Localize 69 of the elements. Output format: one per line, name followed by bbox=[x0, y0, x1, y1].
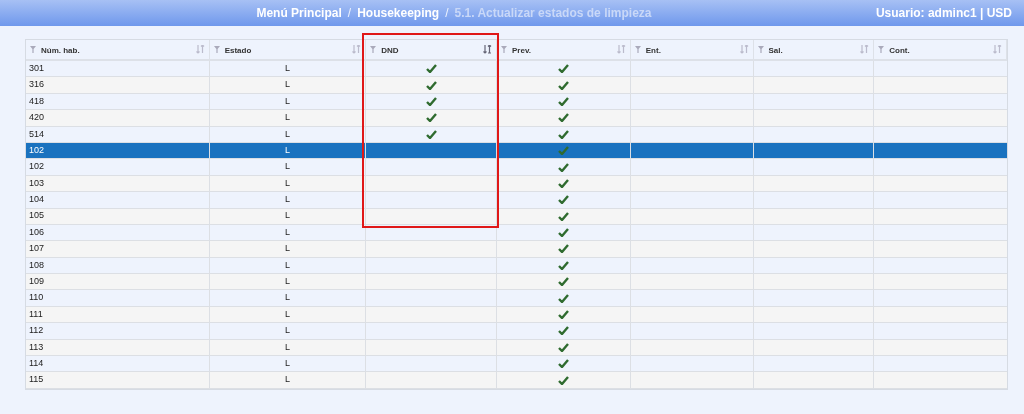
table-cell: L bbox=[284, 111, 290, 125]
column-header[interactable]: Cont. bbox=[874, 40, 1007, 59]
filter-icon[interactable] bbox=[634, 46, 641, 53]
filter-icon[interactable] bbox=[878, 46, 885, 53]
filter-icon[interactable] bbox=[501, 46, 508, 53]
table-cell-text: L bbox=[284, 143, 290, 157]
table-cell-text: L bbox=[284, 275, 290, 288]
table-row[interactable]: 114 L bbox=[26, 356, 1007, 373]
user-info: Usuario: adminc1 | USD bbox=[875, 5, 1012, 22]
table-cell: L bbox=[284, 324, 290, 338]
table-row[interactable]: 104 L bbox=[26, 192, 1007, 209]
column-header[interactable]: Sal. bbox=[753, 40, 875, 59]
table-cell: 316 bbox=[29, 78, 45, 92]
filter-icon[interactable] bbox=[213, 46, 220, 53]
table-cell-text: L bbox=[284, 340, 290, 354]
table-cell: 105 bbox=[29, 209, 45, 223]
table-cell: 514 bbox=[29, 127, 45, 141]
column-header[interactable]: Ent. bbox=[630, 40, 754, 59]
table-cell-text: 114 bbox=[29, 356, 44, 370]
table-row[interactable]: 112 L bbox=[26, 323, 1007, 340]
column-header[interactable]: Núm. hab. bbox=[26, 40, 210, 59]
table-cell-text: 102 bbox=[29, 143, 45, 157]
sort-icon[interactable] bbox=[483, 45, 493, 54]
table-row[interactable]: 420 L bbox=[26, 110, 1007, 127]
table-cell: L bbox=[284, 242, 290, 256]
table-cell-text: 113 bbox=[29, 340, 44, 354]
filter-icon[interactable] bbox=[30, 46, 36, 53]
table-row[interactable]: 316 L bbox=[26, 77, 1007, 94]
table-cell-text: L bbox=[284, 225, 290, 239]
table-cell: 102 bbox=[29, 160, 45, 174]
table-cell-text: L bbox=[284, 307, 290, 321]
breadcrumb-separator: / bbox=[445, 5, 449, 22]
table-cell-text: L bbox=[284, 176, 290, 190]
table-cell-text: 301 bbox=[29, 61, 45, 75]
table-cell: 115 bbox=[29, 373, 44, 387]
table-cell: 110 bbox=[29, 291, 44, 305]
table-cell-text: 111 bbox=[29, 307, 43, 321]
table-cell-text: L bbox=[284, 258, 290, 272]
breadcrumb-separator: / bbox=[347, 5, 352, 22]
column-header[interactable]: Prev. bbox=[497, 40, 631, 59]
table-cell: L bbox=[284, 291, 290, 305]
table-cell: L bbox=[284, 127, 290, 141]
table-cell: L bbox=[284, 193, 290, 207]
table-cell-text: 108 bbox=[29, 258, 45, 272]
table-cell-text: 106 bbox=[29, 225, 45, 239]
column-header[interactable]: DND bbox=[366, 40, 498, 59]
table-cell-text: 103 bbox=[29, 176, 45, 190]
table-cell: L bbox=[284, 78, 290, 92]
filter-icon[interactable] bbox=[370, 46, 377, 53]
table-cell-text: L bbox=[284, 94, 290, 108]
table-cell: L bbox=[284, 373, 290, 387]
column-header[interactable]: Estado bbox=[209, 40, 367, 59]
table-cell: 107 bbox=[29, 242, 45, 256]
table-cell: L bbox=[284, 160, 290, 174]
table-row[interactable]: 110 L bbox=[26, 290, 1007, 307]
table-row[interactable]: 102 L bbox=[26, 159, 1007, 176]
table-cell: 104 bbox=[29, 193, 45, 207]
table-row[interactable]: 115 L bbox=[26, 372, 1007, 389]
table-cell-text: L bbox=[284, 356, 290, 370]
table-row[interactable]: 107 L bbox=[26, 241, 1007, 258]
table-cell-text: 418 bbox=[29, 94, 45, 108]
table-cell: 112 bbox=[29, 324, 44, 338]
table-row[interactable]: 301 L bbox=[26, 61, 1007, 78]
table-cell-text: L bbox=[284, 61, 290, 75]
table-cell: 420 bbox=[29, 111, 45, 125]
table-cell: L bbox=[284, 209, 290, 223]
filter-icon[interactable] bbox=[757, 46, 764, 53]
table-cell-text: 109 bbox=[29, 275, 45, 288]
table-row[interactable]: 109 L bbox=[26, 274, 1007, 291]
